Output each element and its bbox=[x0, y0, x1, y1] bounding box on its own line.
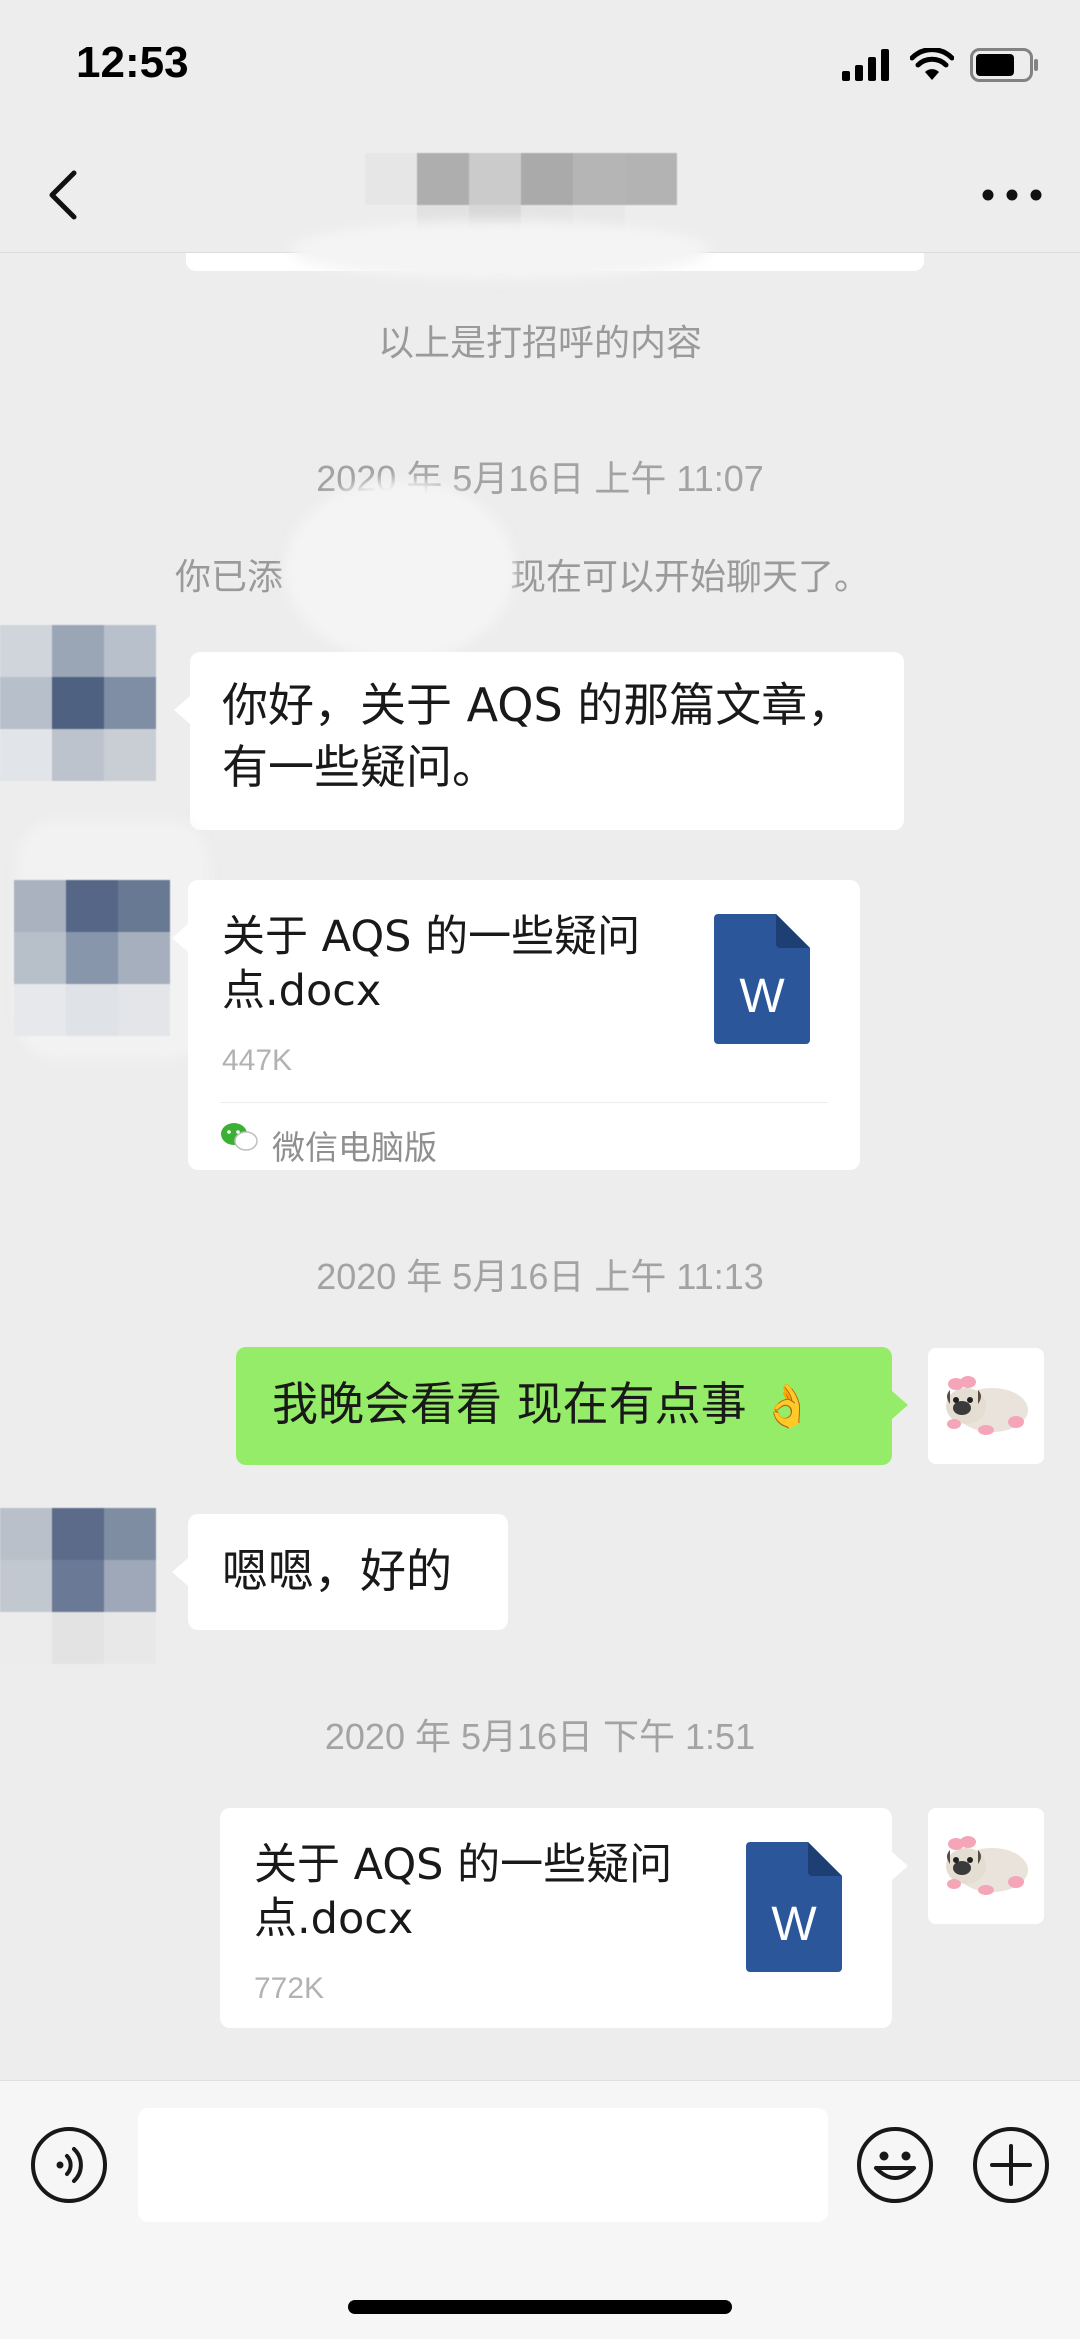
greeting-note: 以上是打招呼的内容 bbox=[377, 323, 702, 364]
notice-right: 现在可以开始聊天了。 bbox=[510, 557, 871, 598]
message-text: 嗯嗯，好的 bbox=[222, 1544, 452, 1598]
signal-icon bbox=[842, 49, 889, 81]
status-time: 12:53 bbox=[76, 38, 189, 87]
ok-hand-emoji-icon: 👌 bbox=[761, 1381, 814, 1430]
file-size: 447K bbox=[222, 1044, 293, 1077]
file-size: 772K bbox=[254, 1972, 325, 2005]
message-input[interactable] bbox=[138, 2108, 828, 2222]
emoji-button[interactable] bbox=[856, 2126, 934, 2204]
plus-icon bbox=[973, 2127, 1049, 2203]
contact-avatar[interactable] bbox=[0, 625, 156, 781]
bubble-tail bbox=[172, 924, 188, 952]
file-name: 关于 AQS 的一些疑问点.docx bbox=[254, 1840, 673, 1944]
voice-button[interactable] bbox=[30, 2126, 108, 2204]
bubble-tail bbox=[174, 696, 190, 724]
my-avatar[interactable] bbox=[928, 1808, 1044, 1924]
message-bubble[interactable]: 你好，关于 AQS 的那篇文章，有一些疑问。 bbox=[174, 652, 904, 830]
contact-avatar[interactable] bbox=[0, 1508, 156, 1664]
blur-overlay bbox=[285, 480, 515, 660]
contact-avatar[interactable] bbox=[14, 880, 170, 1036]
add-button[interactable] bbox=[972, 2126, 1050, 2204]
file-source-label: 微信电脑版 bbox=[272, 1128, 437, 1167]
word-icon-letter: W bbox=[739, 970, 785, 1023]
smiley-icon bbox=[857, 2127, 933, 2203]
my-message-bubble[interactable]: 我晚会看看 现在有点事 👌 bbox=[236, 1347, 908, 1465]
pug-sticker-avatar bbox=[928, 1808, 1044, 1924]
bubble-tail bbox=[892, 1852, 908, 1880]
my-file-message[interactable]: 关于 AQS 的一些疑问点.docx 772K W bbox=[220, 1808, 908, 2028]
my-avatar[interactable] bbox=[928, 1348, 1044, 1464]
home-indicator[interactable] bbox=[348, 2300, 732, 2314]
status-bar: 12:53 bbox=[0, 0, 1080, 135]
wifi-icon bbox=[910, 48, 954, 80]
message-text: 你好，关于 AQS 的那篇文章，有一些疑问。 bbox=[222, 678, 854, 794]
pug-sticker-avatar bbox=[928, 1348, 1044, 1464]
word-icon-letter: W bbox=[771, 1898, 817, 1951]
back-button[interactable] bbox=[40, 165, 90, 225]
bubble-tail bbox=[892, 1391, 908, 1419]
file-source: 微信电脑版 bbox=[220, 1102, 828, 1170]
message-bubble[interactable]: 嗯嗯，好的 bbox=[172, 1514, 508, 1630]
file-message[interactable]: 关于 AQS 的一些疑问点.docx 447K W 微信电脑版 bbox=[172, 880, 860, 1170]
blur-overlay bbox=[290, 220, 710, 280]
more-button[interactable] bbox=[980, 183, 1044, 207]
wechat-icon bbox=[221, 1123, 258, 1151]
timestamp: 2020 年 5月16日 下午 1:51 bbox=[324, 1716, 756, 1757]
chevron-left-icon bbox=[49, 170, 77, 220]
voice-icon bbox=[31, 2127, 107, 2203]
word-doc-icon: W bbox=[746, 1842, 842, 1972]
message-text: 我晚会看看 现在有点事 bbox=[272, 1377, 747, 1431]
timestamp: 2020 年 5月16日 上午 11:13 bbox=[316, 1256, 764, 1297]
ellipsis-icon bbox=[982, 189, 1042, 201]
bubble-tail bbox=[172, 1558, 188, 1586]
status-icons bbox=[842, 48, 1040, 82]
timestamp: 2020 年 5月16日 上午 11:07 bbox=[316, 458, 764, 499]
word-doc-icon: W bbox=[714, 914, 810, 1044]
notice-left: 你已添 bbox=[175, 557, 284, 598]
battery-icon bbox=[970, 48, 1038, 82]
file-name: 关于 AQS 的一些疑问点.docx bbox=[222, 912, 641, 1016]
